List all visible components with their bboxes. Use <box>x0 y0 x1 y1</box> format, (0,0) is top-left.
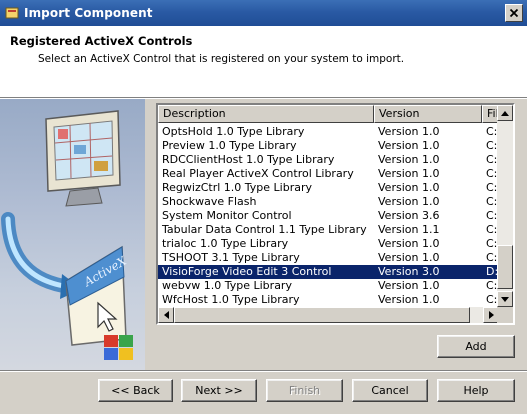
vertical-scrollbar[interactable] <box>497 105 513 307</box>
list-item-description: Shockwave Flash <box>162 195 257 208</box>
list-item-version: Version 1.0 <box>378 293 440 306</box>
finish-button[interactable]: Finish <box>266 379 343 402</box>
list-item-version: Version 1.0 <box>378 251 440 264</box>
window-title: Import Component <box>24 6 153 20</box>
list-item[interactable]: TSHOOT 3.1 Type LibraryVersion 1.0C:\ <box>158 251 499 265</box>
monitor-icon <box>45 110 121 207</box>
next-button[interactable]: Next >> <box>181 379 257 402</box>
list-item[interactable]: webvw 1.0 Type LibraryVersion 1.0C:\ <box>158 279 499 293</box>
list-item[interactable]: Real Player ActiveX Control Library Versi… <box>158 167 499 181</box>
arrow-left-icon <box>163 311 169 319</box>
list-item[interactable]: VisioForge Video Edit 3 Control Version 3… <box>158 265 499 279</box>
list-item-description: WfcHost 1.0 Type Library <box>162 293 300 306</box>
list-item-description: trialoc 1.0 Type Library <box>162 237 289 250</box>
list-item-version: Version 1.0 <box>378 181 440 194</box>
back-button[interactable]: << Back <box>98 379 173 402</box>
scroll-up-button[interactable] <box>497 105 513 121</box>
column-header-row: Description Version File <box>158 105 499 123</box>
list-item[interactable]: WfcHost 1.0 Type LibraryVersion 1.0C:\ <box>158 293 499 307</box>
list-item-version: Version 3.6 <box>378 209 440 222</box>
list-item-version: Version 3.0 <box>378 265 440 278</box>
arrow-down-icon <box>501 296 509 302</box>
list-item-version: Version 1.1 <box>378 223 440 236</box>
list-item[interactable]: Preview 1.0 Type LibraryVersion 1.0C:\ <box>158 139 499 153</box>
list-viewport: Description Version File OptsHold 1.0 Ty… <box>158 105 499 307</box>
column-header-description[interactable]: Description <box>158 105 374 123</box>
list-item-description: Preview 1.0 Type Library <box>162 139 297 152</box>
wizard-header: Registered ActiveX Controls Select an Ac… <box>0 26 527 98</box>
list-item-description: Tabular Data Control 1.1 Type Library <box>162 223 367 236</box>
horizontal-scroll-thumb[interactable] <box>174 307 470 323</box>
list-item-description: VisioForge Video Edit 3 Control <box>162 265 332 278</box>
list-item[interactable]: OptsHold 1.0 Type LibraryVersion 1.0C:\ <box>158 125 499 139</box>
list-item[interactable]: trialoc 1.0 Type LibraryVersion 1.0C:\ <box>158 237 499 251</box>
footer-divider <box>0 370 527 372</box>
list-item-version: Version 1.0 <box>378 139 440 152</box>
list-item[interactable]: RDCClientHost 1.0 Type Library Version 1.… <box>158 153 499 167</box>
list-item[interactable]: System Monitor ControlVersion 3.6C:\ <box>158 209 499 223</box>
list-item-description: TSHOOT 3.1 Type Library <box>162 251 300 264</box>
add-button[interactable]: Add <box>437 335 515 358</box>
cancel-button[interactable]: Cancel <box>352 379 428 402</box>
app-icon <box>5 7 19 19</box>
list-item-version: Version 1.0 <box>378 195 440 208</box>
list-item-description: RDCClientHost 1.0 Type Library <box>162 153 335 166</box>
help-button[interactable]: Help <box>437 379 515 402</box>
vertical-scroll-thumb[interactable] <box>497 245 513 289</box>
list-item-description: OptsHold 1.0 Type Library <box>162 125 305 138</box>
list-item-description: Real Player ActiveX Control Library <box>162 167 354 180</box>
document-icon: ActiveX <box>65 245 129 346</box>
arrow-up-icon <box>501 110 509 116</box>
list-item-version: Version 1.0 <box>378 125 440 138</box>
list-item-description: RegwizCtrl 1.0 Type Library <box>162 181 313 194</box>
close-icon <box>509 8 519 18</box>
close-button[interactable] <box>505 4 523 22</box>
list-item[interactable]: RegwizCtrl 1.0 Type Library Version 1.0 C:… <box>158 181 499 195</box>
activex-illustration: ActiveX <box>1 110 133 360</box>
list-item-version: Version 1.0 <box>378 237 440 250</box>
column-header-version[interactable]: Version <box>374 105 482 123</box>
list-item[interactable]: Shockwave FlashVersion 1.0C:\ <box>158 195 499 209</box>
header-description: Select an ActiveX Control that is regist… <box>38 53 405 65</box>
horizontal-scrollbar[interactable] <box>158 307 499 323</box>
list-item-description: System Monitor Control <box>162 209 292 222</box>
title-bar: Import Component <box>0 0 527 26</box>
list-item-version: Version 1.0 <box>378 167 440 180</box>
header-title: Registered ActiveX Controls <box>10 34 193 48</box>
scroll-left-button[interactable] <box>158 307 174 323</box>
list-item-description: webvw 1.0 Type Library <box>162 279 292 292</box>
activex-control-list[interactable]: Description Version File OptsHold 1.0 Ty… <box>156 103 515 325</box>
wizard-side-graphic: ActiveX <box>0 99 145 371</box>
list-item[interactable]: Tabular Data Control 1.1 Type Library Ver… <box>158 223 499 237</box>
list-item-version: Version 1.0 <box>378 153 440 166</box>
list-item-version: Version 1.0 <box>378 279 440 292</box>
scrollbar-corner <box>497 307 513 323</box>
scroll-down-button[interactable] <box>497 291 513 307</box>
arrow-right-icon <box>488 311 494 319</box>
